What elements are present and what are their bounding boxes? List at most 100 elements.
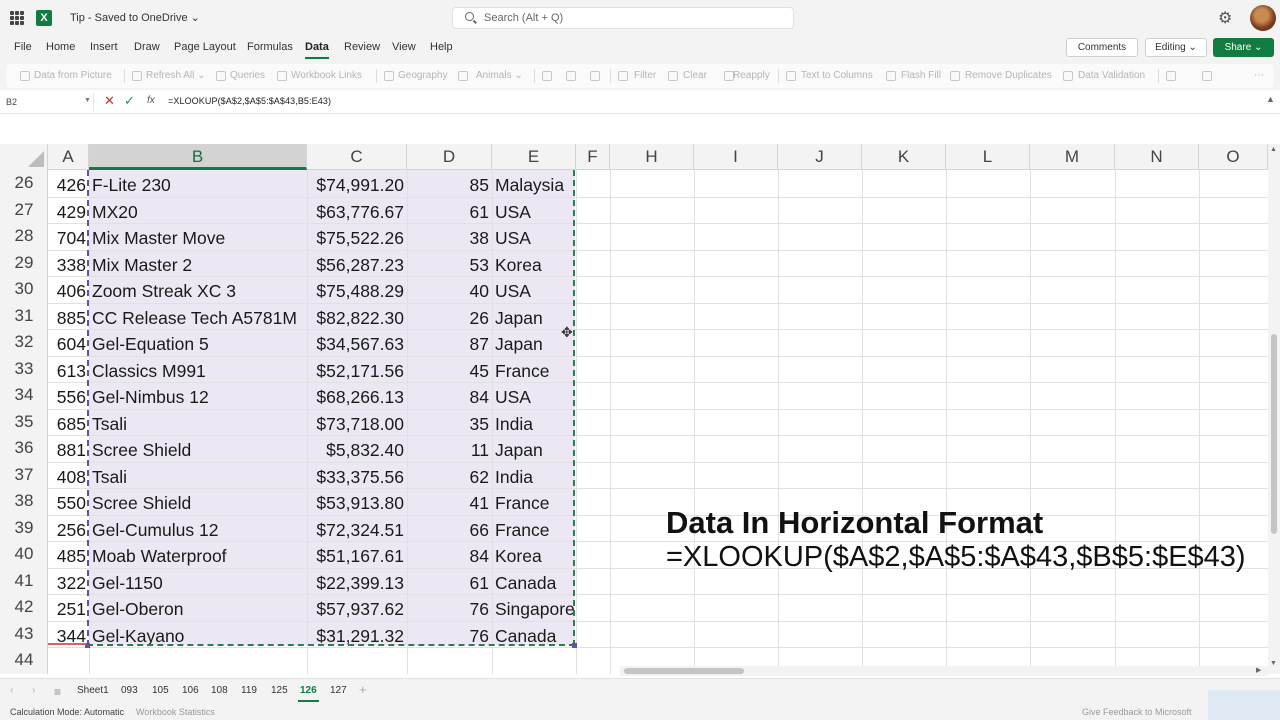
row-header[interactable]: 44 [0, 647, 48, 674]
menu-formulas[interactable]: Formulas [247, 41, 293, 53]
column-header-e[interactable]: E [492, 144, 576, 170]
menu-file[interactable]: File [14, 41, 32, 53]
sheet-tab-125[interactable]: 125 [271, 685, 288, 696]
cell-a[interactable]: 556 [48, 382, 86, 409]
remove-duplicates-button[interactable]: Remove Duplicates [965, 70, 1052, 81]
animals-button[interactable]: Animals ⌄ [476, 70, 523, 81]
menu-insert[interactable]: Insert [90, 41, 118, 53]
menu-home[interactable]: Home [46, 41, 75, 53]
gear-icon[interactable]: ⚙ [1218, 8, 1232, 28]
cell-a[interactable]: 550 [48, 488, 86, 515]
name-box[interactable]: B2 [2, 93, 94, 111]
cell-a[interactable]: 338 [48, 250, 86, 277]
cell-a[interactable]: 406 [48, 276, 86, 303]
column-header-c[interactable]: C [307, 144, 407, 170]
sheet-tab-106[interactable]: 106 [182, 685, 199, 696]
cell-a[interactable]: 685 [48, 409, 86, 436]
cell-a[interactable]: 426 [48, 170, 86, 197]
chevron-up-icon[interactable]: ▲ [1266, 94, 1275, 104]
data-from-picture-button[interactable]: Data from Picture [34, 70, 112, 81]
workbook-statistics-link[interactable]: Workbook Statistics [136, 707, 215, 717]
cell-a[interactable]: 485 [48, 541, 86, 568]
cancel-icon[interactable]: ✕ [104, 93, 115, 109]
document-name[interactable]: Tip - Saved to OneDrive ⌄ [70, 11, 200, 24]
geography-button[interactable]: Geography [398, 70, 447, 81]
cell-a[interactable]: 885 [48, 303, 86, 330]
app-launcher-icon[interactable] [10, 11, 24, 25]
search-input[interactable]: Search (Alt + Q) [452, 7, 794, 29]
row-header[interactable]: 43 [0, 621, 48, 648]
reapply-button[interactable]: Reapply [733, 70, 770, 81]
column-header-n[interactable]: N [1115, 144, 1199, 170]
cell-c[interactable] [307, 647, 404, 674]
column-header-b[interactable]: B [89, 144, 307, 170]
more-options-icon[interactable]: ⋯ [1254, 70, 1264, 81]
scroll-up-icon[interactable]: ▲ [1270, 146, 1277, 153]
cell-e[interactable] [495, 647, 595, 674]
column-header-d[interactable]: D [407, 144, 492, 170]
cell-grid[interactable]: 426 F-Lite 230 $74,991.20 85 Malaysia 429 MX20… [48, 170, 1268, 674]
comments-button[interactable]: Comments [1066, 38, 1138, 57]
scroll-right-icon[interactable]: ▶ [1256, 666, 1261, 674]
menu-page-layout[interactable]: Page Layout [174, 41, 236, 53]
sheet-tab-126[interactable]: 126 [298, 685, 319, 702]
cell-b[interactable] [92, 647, 307, 674]
sort-custom-icon[interactable] [590, 71, 600, 81]
cell-a[interactable]: 408 [48, 462, 86, 489]
select-all-corner[interactable] [0, 144, 48, 170]
sheet-tab-119[interactable]: 119 [241, 685, 257, 696]
menu-view[interactable]: View [392, 41, 416, 53]
column-header-f[interactable]: F [576, 144, 610, 170]
sheet-tab-105[interactable]: 105 [152, 685, 169, 696]
filter-button[interactable]: Filter [634, 70, 656, 81]
horizontal-scrollbar[interactable]: ▶ [620, 666, 1268, 676]
row-header[interactable]: 28 [0, 223, 48, 250]
row-header[interactable]: 26 [0, 170, 48, 197]
column-header-m[interactable]: M [1030, 144, 1115, 170]
cell-a[interactable]: 429 [48, 197, 86, 224]
sort-ascending-icon[interactable] [542, 71, 552, 81]
vertical-scrollbar[interactable]: ▲ ▼ [1268, 144, 1280, 674]
vertical-scroll-thumb[interactable] [1271, 334, 1277, 534]
group-icon[interactable] [1166, 71, 1176, 81]
column-header-h[interactable]: H [610, 144, 694, 170]
sort-descending-icon[interactable] [566, 71, 576, 81]
data-validation-button[interactable]: Data Validation [1078, 70, 1145, 81]
column-header-a[interactable]: A [48, 144, 89, 170]
column-header-j[interactable]: J [778, 144, 862, 170]
cell-a[interactable]: 613 [48, 356, 86, 383]
menu-data[interactable]: Data [305, 41, 329, 59]
text-to-columns-button[interactable]: Text to Columns [801, 70, 873, 81]
cell-a[interactable]: 881 [48, 435, 86, 462]
previous-sheet-icon[interactable]: ‹ [10, 685, 13, 696]
avatar[interactable] [1250, 5, 1276, 31]
cell-d[interactable] [407, 647, 489, 674]
row-header[interactable]: 42 [0, 594, 48, 621]
add-sheet-icon[interactable]: + [359, 682, 367, 697]
cell-a[interactable]: 322 [48, 568, 86, 595]
column-header-i[interactable]: I [694, 144, 778, 170]
formula-input[interactable]: =XLOOKUP($A$2,$A$5:$A$43,B5:E43) [168, 96, 331, 106]
row-header[interactable]: 39 [0, 515, 48, 542]
row-header[interactable]: 34 [0, 382, 48, 409]
refresh-all-button[interactable]: Refresh All ⌄ [146, 70, 206, 81]
row-header[interactable]: 33 [0, 356, 48, 383]
sheet-tab-sheet1[interactable]: Sheet1 [77, 685, 109, 696]
cell-a[interactable]: 704 [48, 223, 86, 250]
share-button[interactable]: Share ⌄ [1213, 38, 1274, 57]
menu-help[interactable]: Help [430, 41, 453, 53]
row-header[interactable]: 29 [0, 250, 48, 277]
row-header[interactable]: 30 [0, 276, 48, 303]
row-header[interactable]: 32 [0, 329, 48, 356]
cell-a[interactable] [48, 647, 86, 674]
menu-review[interactable]: Review [344, 41, 380, 53]
next-sheet-icon[interactable]: › [32, 685, 35, 696]
feedback-link[interactable]: Give Feedback to Microsoft [1082, 707, 1192, 717]
row-header[interactable]: 41 [0, 568, 48, 595]
column-header-l[interactable]: L [946, 144, 1030, 170]
menu-draw[interactable]: Draw [134, 41, 160, 53]
queries-button[interactable]: Queries [230, 70, 265, 81]
chevron-down-icon[interactable]: ▼ [84, 97, 91, 104]
editing-mode-button[interactable]: Editing ⌄ [1145, 38, 1207, 57]
workbook-links-button[interactable]: Workbook Links [291, 70, 362, 81]
